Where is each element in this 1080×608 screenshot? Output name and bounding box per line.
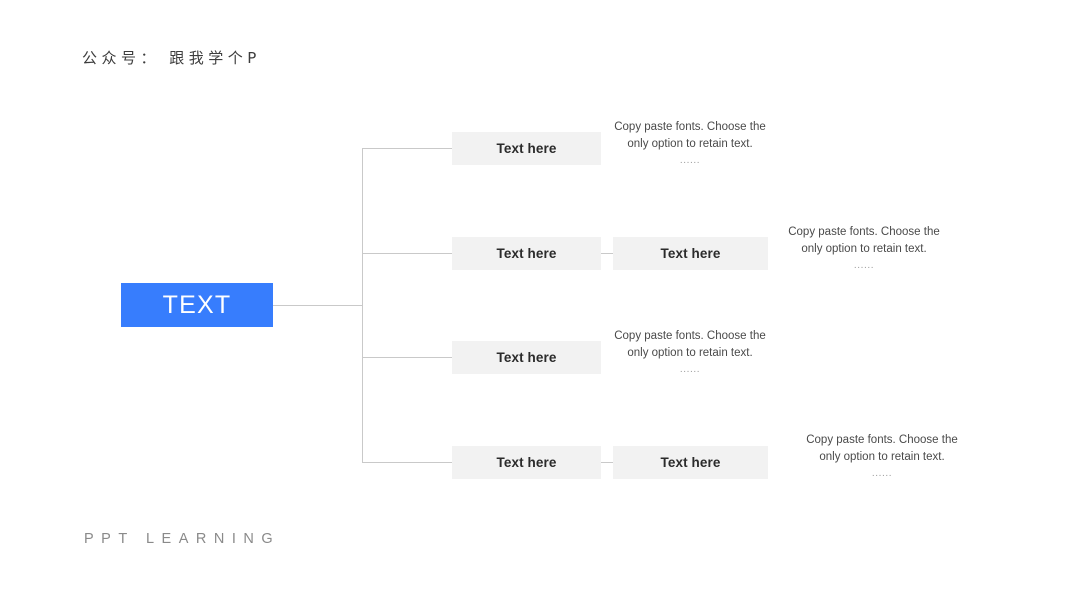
branch-3-description: Copy paste fonts. Choose the only option…	[610, 328, 770, 377]
branch-3-description-text: Copy paste fonts. Choose the only option…	[614, 330, 766, 359]
footer-label: PPT LEARNING	[84, 531, 281, 547]
root-node-label: TEXT	[162, 290, 232, 319]
branch-2-level1-box[interactable]: Text here	[452, 237, 601, 270]
branch-2-level1-label: Text here	[496, 246, 557, 261]
connector-branch-2	[362, 253, 452, 254]
branch-1-description-dots: ......	[679, 155, 701, 166]
branch-4-level2-label: Text here	[660, 455, 721, 470]
branch-2-description-text: Copy paste fonts. Choose the only option…	[788, 226, 940, 255]
connector-spine	[362, 148, 363, 462]
branch-2-description: Copy paste fonts. Choose the only option…	[784, 224, 944, 273]
connector-branch-1	[362, 148, 452, 149]
branch-3-level1-box[interactable]: Text here	[452, 341, 601, 374]
header-label: 公众号： 跟我学个P	[82, 49, 261, 67]
connector-branch-4-level2	[601, 462, 613, 463]
branch-1-description-text: Copy paste fonts. Choose the only option…	[614, 121, 766, 150]
root-node[interactable]: TEXT	[121, 283, 273, 327]
slide-canvas: 公众号： 跟我学个P TEXT Text here Copy paste fon…	[0, 0, 1080, 608]
branch-4-level1-label: Text here	[496, 455, 557, 470]
branch-2-description-dots: ......	[853, 260, 875, 271]
branch-3-description-dots: ......	[679, 364, 701, 375]
connector-branch-4	[362, 462, 452, 463]
branch-1-description: Copy paste fonts. Choose the only option…	[610, 119, 770, 168]
connector-branch-3	[362, 357, 452, 358]
branch-4-level2-box[interactable]: Text here	[613, 446, 768, 479]
branch-3-level1-label: Text here	[496, 350, 557, 365]
branch-4-level1-box[interactable]: Text here	[452, 446, 601, 479]
branch-4-description: Copy paste fonts. Choose the only option…	[802, 432, 962, 481]
branch-1-level1-label: Text here	[496, 141, 557, 156]
branch-4-description-dots: ......	[871, 468, 893, 479]
connector-branch-2-level2	[601, 253, 613, 254]
branch-2-level2-box[interactable]: Text here	[613, 237, 768, 270]
branch-1-level1-box[interactable]: Text here	[452, 132, 601, 165]
branch-4-description-text: Copy paste fonts. Choose the only option…	[806, 434, 958, 463]
branch-2-level2-label: Text here	[660, 246, 721, 261]
connector-root-to-spine	[273, 305, 362, 306]
